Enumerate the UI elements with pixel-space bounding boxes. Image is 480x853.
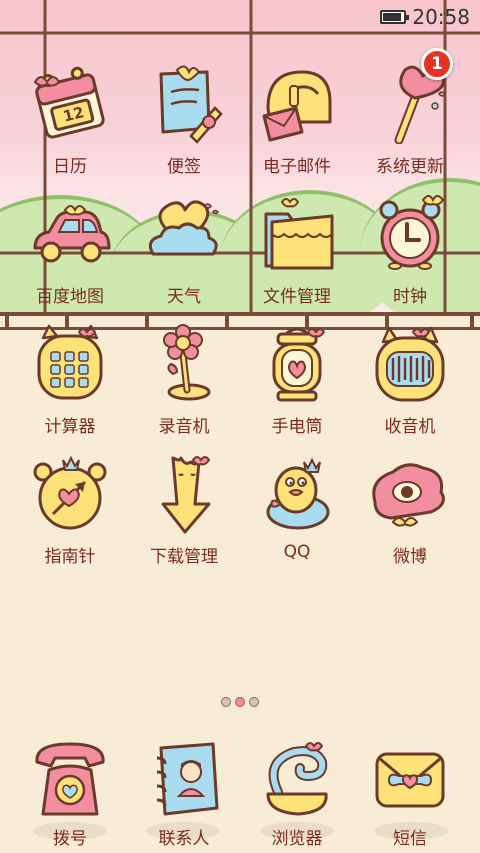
app-clock[interactable]: 时钟 <box>350 188 470 318</box>
penguin-icon <box>256 452 338 534</box>
app-email[interactable]: 电子邮件 <box>237 58 357 188</box>
page-dot-active[interactable] <box>235 697 245 707</box>
app-weather[interactable]: 天气 <box>124 188 244 318</box>
app-calculator[interactable]: 计算器 <box>10 318 130 448</box>
app-weibo[interactable]: 微博 <box>350 448 470 578</box>
heart-wand-icon: 1 <box>369 48 453 145</box>
app-label: 系统更新 <box>376 157 444 177</box>
app-label: 拨号 <box>53 829 87 849</box>
app-label: 微博 <box>393 547 427 567</box>
telephone-icon <box>29 738 111 820</box>
notes-icon <box>143 62 225 144</box>
dock-browser[interactable]: 浏览器 <box>237 734 357 849</box>
calendar-icon: 12 <box>29 62 111 144</box>
app-system-update[interactable]: 1 系统更新 <box>350 48 470 188</box>
app-calendar[interactable]: 12 日历 <box>10 58 130 188</box>
alarm-clock-icon <box>369 192 451 274</box>
dock-contacts[interactable]: 联系人 <box>124 734 244 849</box>
app-label: 下载管理 <box>150 547 218 567</box>
app-baidu-map[interactable]: 百度地图 <box>10 188 130 318</box>
app-label: 计算器 <box>44 417 96 437</box>
lantern-icon <box>256 322 338 404</box>
app-radio[interactable]: 收音机 <box>350 318 470 448</box>
contacts-book-icon <box>143 738 225 820</box>
page-dot[interactable] <box>249 697 259 707</box>
notification-badge: 1 <box>421 48 453 80</box>
app-download-manager[interactable]: 下载管理 <box>124 448 244 578</box>
app-label: 指南针 <box>44 547 96 567</box>
app-compass[interactable]: 指南针 <box>10 448 130 578</box>
app-label: 天气 <box>167 287 201 307</box>
dock-sms[interactable]: 短信 <box>350 734 470 849</box>
sill-post <box>470 312 474 330</box>
dock-dialer[interactable]: 拨号 <box>10 734 130 849</box>
folder-icon <box>256 192 338 274</box>
eye-cloud-icon <box>369 452 451 534</box>
app-label: 收音机 <box>384 417 436 437</box>
page-dot[interactable] <box>221 697 231 707</box>
app-label: QQ <box>283 542 311 562</box>
cloud-heart-icon <box>143 192 225 274</box>
page-indicator[interactable] <box>0 697 480 707</box>
status-time: 20:58 <box>412 5 470 29</box>
app-label: 浏览器 <box>271 829 323 849</box>
envelope-icon <box>369 738 451 820</box>
compass-icon <box>29 452 111 534</box>
status-bar: 20:58 <box>0 0 480 34</box>
globe-swirl-icon <box>256 738 338 820</box>
sill-post <box>5 312 9 330</box>
app-label: 短信 <box>393 829 427 849</box>
app-label: 时钟 <box>393 287 427 307</box>
app-flashlight[interactable]: 手电筒 <box>237 318 357 448</box>
battery-icon <box>380 10 410 24</box>
app-label: 便签 <box>167 157 201 177</box>
app-label: 文件管理 <box>263 287 331 307</box>
car-icon <box>29 192 111 274</box>
radio-icon <box>369 322 451 404</box>
battery-fill <box>383 13 402 21</box>
app-label: 百度地图 <box>36 287 104 307</box>
calculator-icon <box>29 322 111 404</box>
app-label: 联系人 <box>158 829 210 849</box>
download-arrow-icon <box>143 452 225 534</box>
app-label: 日历 <box>53 157 87 177</box>
app-label: 手电筒 <box>271 417 323 437</box>
email-icon <box>256 62 338 144</box>
app-notes[interactable]: 便签 <box>124 58 244 188</box>
app-label: 录音机 <box>158 417 210 437</box>
app-qq[interactable]: QQ <box>237 448 357 578</box>
app-recorder[interactable]: 录音机 <box>124 318 244 448</box>
app-label: 电子邮件 <box>263 157 331 177</box>
flower-microphone-icon <box>143 322 225 404</box>
app-file-manager[interactable]: 文件管理 <box>237 188 357 318</box>
